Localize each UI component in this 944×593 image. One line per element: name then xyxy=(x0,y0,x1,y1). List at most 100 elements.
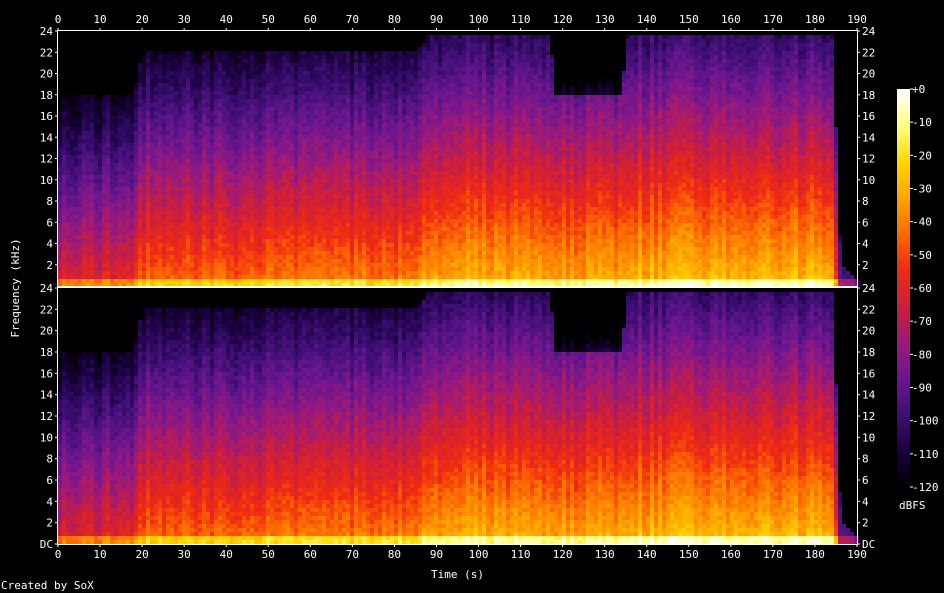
x-tick-label-bottom: 170 xyxy=(763,548,783,561)
y-tick-label-left: 16 xyxy=(40,367,53,380)
credit-text: Created by SoX xyxy=(1,579,94,592)
x-tick-label-bottom: 160 xyxy=(721,548,741,561)
x-tick-label-bottom: 180 xyxy=(805,548,825,561)
x-tick-label-bottom: 80 xyxy=(388,548,401,561)
x-tick-label-bottom: 60 xyxy=(304,548,317,561)
x-tick-label-bottom: 130 xyxy=(595,548,615,561)
y-tick-label-right: 24 xyxy=(862,25,876,38)
y-tick-label-right: 20 xyxy=(862,68,875,81)
y-tick-label-right: 16 xyxy=(862,110,875,123)
colorbar: +0 -10 -20 -30 -40 -50 -60 -70 -80 -90 -100 -110 -12… xyxy=(897,83,939,494)
y-tick-label-right: 14 xyxy=(862,389,876,402)
colorbar-tick-label: -20 xyxy=(912,149,932,162)
y-tick-label-right: 12 xyxy=(862,153,875,166)
x-tick-label-bottom: 10 xyxy=(93,548,106,561)
colorbar-tick-label: -10 xyxy=(912,116,932,129)
y-tick-label-right: 12 xyxy=(862,410,875,423)
x-tick-label-top: 20 xyxy=(135,13,148,26)
x-tick-label-bottom: 100 xyxy=(469,548,489,561)
x-tick-label-top: 70 xyxy=(346,13,359,26)
x-tick-label-bottom: 90 xyxy=(430,548,443,561)
x-tick-label-top: 80 xyxy=(388,13,401,26)
channel-1-spectrogram xyxy=(58,31,859,288)
colorbar-tick-label: -50 xyxy=(912,249,932,262)
x-tick-label-bottom: 0 xyxy=(55,548,62,561)
y-tick-label-left: 2 xyxy=(46,517,53,530)
y-tick-label-left: 16 xyxy=(40,110,53,123)
x-tick-label-bottom: 40 xyxy=(220,548,233,561)
y-tick-label-left: 6 xyxy=(46,474,53,487)
y-tick-label-left: 8 xyxy=(46,453,53,466)
y-tick-label-right: 6 xyxy=(862,216,869,229)
y-tick-label-right: 10 xyxy=(862,431,875,444)
y-tick-label-left: 24 xyxy=(40,25,54,38)
x-tick-label-top: 110 xyxy=(511,13,531,26)
y-tick-label-left: 20 xyxy=(40,68,53,81)
colorbar-tick-label: -60 xyxy=(912,282,932,295)
colorbar-tick-label: -40 xyxy=(912,216,932,229)
y-tick-label-right: 6 xyxy=(862,474,869,487)
x-tick-label-top: 60 xyxy=(304,13,317,26)
y-tick-label-right: 22 xyxy=(862,303,875,316)
colorbar-tick-label: -80 xyxy=(912,348,932,361)
y-tick-label-right: 2 xyxy=(862,259,869,272)
y-tick-label-left: 12 xyxy=(40,410,53,423)
x-tick-label-top: 0 xyxy=(55,13,62,26)
x-tick-label-top: 130 xyxy=(595,13,615,26)
y-tick-label-left: 18 xyxy=(40,89,53,102)
x-tick-label-bottom: 150 xyxy=(679,548,699,561)
y-tick-label-left: 22 xyxy=(40,303,53,316)
colorbar-unit-label: dBFS xyxy=(899,499,926,512)
y-tick-label-right: 18 xyxy=(862,346,875,359)
y-tick-label-left: 10 xyxy=(40,431,53,444)
x-tick-label-bottom: 30 xyxy=(178,548,191,561)
y-tick-label-right: 8 xyxy=(862,453,869,466)
y-tick-label-right: 22 xyxy=(862,46,875,59)
y-tick-label-left: 24 xyxy=(40,282,54,295)
x-axis-label: Time (s) xyxy=(431,568,484,581)
y-tick-label-right: 4 xyxy=(862,495,869,508)
x-tick-label-bottom: 70 xyxy=(346,548,359,561)
x-tick-label-top: 150 xyxy=(679,13,699,26)
y-tick-label-left: 8 xyxy=(46,195,53,208)
colorbar-tick-label: -30 xyxy=(912,183,932,196)
x-tick-label-top: 30 xyxy=(178,13,191,26)
colorbar-tick-label: -90 xyxy=(912,382,932,395)
y-tick-label-left: 12 xyxy=(40,153,53,166)
y-tick-label-left: 2 xyxy=(46,259,53,272)
y-tick-label-left: 10 xyxy=(40,174,53,187)
x-tick-label-bottom: 50 xyxy=(262,548,275,561)
y-tick-label-left: DC xyxy=(40,538,53,551)
x-tick-label-bottom: 140 xyxy=(637,548,657,561)
x-tick-label-top: 120 xyxy=(553,13,573,26)
x-tick-label-top: 50 xyxy=(262,13,275,26)
x-tick-label-top: 100 xyxy=(469,13,489,26)
x-tick-label-bottom: 20 xyxy=(135,548,148,561)
y-tick-label-left: 14 xyxy=(40,131,54,144)
y-tick-label-right: 10 xyxy=(862,174,875,187)
y-tick-label-right: 18 xyxy=(862,89,875,102)
colorbar-tick-label: -120 xyxy=(912,481,939,494)
y-tick-label-right: 16 xyxy=(862,367,875,380)
colorbar-tick-label: +0 xyxy=(912,83,925,96)
x-tick-label-top: 170 xyxy=(763,13,783,26)
y-tick-label-right: 20 xyxy=(862,325,875,338)
x-tick-label-top: 10 xyxy=(93,13,106,26)
y-tick-label-right: 4 xyxy=(862,238,869,251)
x-tick-label-top: 140 xyxy=(637,13,657,26)
x-tick-label-bottom: 110 xyxy=(511,548,531,561)
x-tick-label-top: 160 xyxy=(721,13,741,26)
channel-2-spectrogram xyxy=(58,288,859,545)
x-tick-label-top: 40 xyxy=(220,13,233,26)
colorbar-gradient xyxy=(897,89,910,487)
y-tick-label-left: 4 xyxy=(46,495,53,508)
y-tick-label-right: 14 xyxy=(862,131,876,144)
y-axis-label: Frequency (kHz) xyxy=(9,238,22,337)
y-tick-label-right: 24 xyxy=(862,282,876,295)
y-tick-label-left: 22 xyxy=(40,46,53,59)
spectrogram-chart: 0 0 10 10 20 20 30 30 40 40 50 50 60 60 70 70 80 80 90 90 10… xyxy=(1,13,939,592)
y-tick-label-right: DC xyxy=(862,538,875,551)
y-tick-label-left: 18 xyxy=(40,346,53,359)
x-tick-label-top: 90 xyxy=(430,13,443,26)
y-tick-label-right: 2 xyxy=(862,517,869,530)
